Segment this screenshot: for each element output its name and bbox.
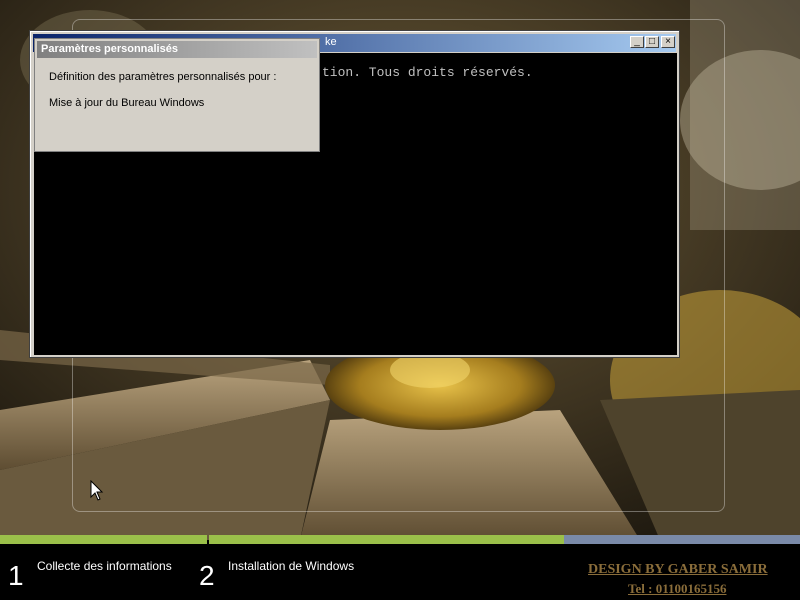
step2-progress-fill bbox=[209, 535, 564, 544]
minimize-button[interactable]: _ bbox=[630, 36, 644, 48]
mouse-pointer-icon bbox=[90, 480, 104, 501]
step2-number: 2 bbox=[199, 560, 215, 591]
close-button[interactable]: × bbox=[661, 36, 675, 48]
step1-label: Collecte des informations bbox=[37, 559, 172, 573]
cmd-title: ke bbox=[325, 36, 337, 48]
step1-number: 1 bbox=[8, 560, 24, 591]
console-line: tion. Tous droits réservés. bbox=[322, 65, 533, 80]
step2-label: Installation de Windows bbox=[228, 559, 355, 573]
step1-progress-bar bbox=[0, 535, 207, 544]
dialog-target: Mise à jour du Bureau Windows bbox=[49, 97, 205, 109]
dialog-message: Définition des paramètres personnalisés … bbox=[49, 71, 277, 83]
maximize-button[interactable]: □ bbox=[645, 36, 659, 48]
design-credit: DESIGN BY GABER SAMIR bbox=[588, 562, 768, 577]
dialog-title: Paramètres personnalisés bbox=[41, 43, 178, 55]
phone-credit: Tel : 01100165156 bbox=[628, 581, 727, 596]
custom-settings-dialog: Paramètres personnalisés Définition des … bbox=[34, 38, 320, 152]
dialog-titlebar: Paramètres personnalisés bbox=[37, 41, 317, 58]
